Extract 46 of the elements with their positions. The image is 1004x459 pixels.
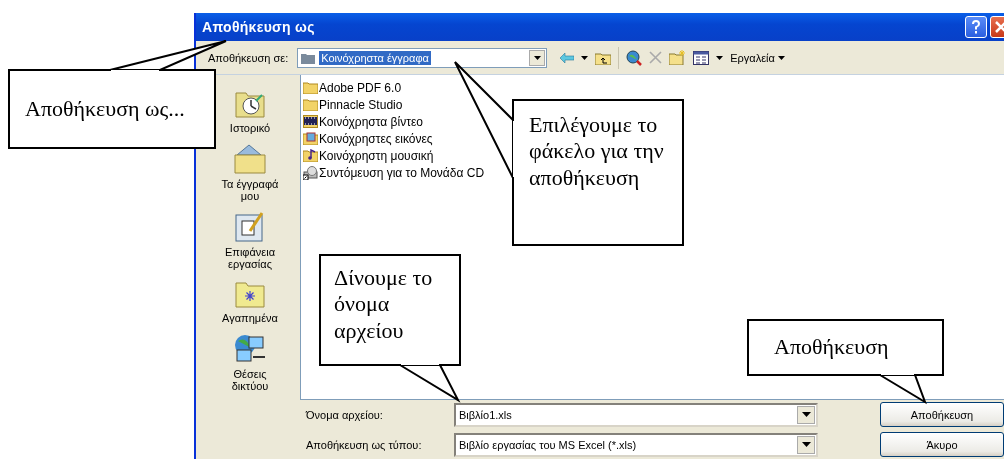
place-button[interactable]: Ιστορικό: [218, 89, 282, 134]
file-type-dropdown[interactable]: Βιβλίο εργασίας του MS Excel (*.xls): [454, 432, 818, 457]
cd-drive-shortcut-icon: [303, 165, 318, 180]
question-mark-icon: [969, 19, 983, 35]
picture-folder-icon: [303, 132, 318, 145]
file-name-label: Όνομα αρχείου:: [304, 408, 384, 421]
network-computers-icon: [233, 333, 267, 365]
dropdown-arrow-icon[interactable]: [716, 55, 724, 60]
folder-icon: [303, 81, 318, 94]
dropdown-arrow-icon[interactable]: [581, 55, 589, 60]
location-dropdown[interactable]: Κοινόχρηστα έγγραφα: [297, 47, 548, 68]
save-button[interactable]: Αποθήκευση: [880, 402, 1004, 427]
views-icon[interactable]: [693, 50, 710, 65]
caret-icon: [777, 55, 785, 60]
callout-text: Αποθήκευση: [774, 334, 889, 361]
documents-folder-icon: [233, 143, 267, 175]
place-button[interactable]: Επιφάνεια εργασίας: [218, 211, 282, 270]
file-item[interactable]: Κοινόχρηστη μουσική: [303, 147, 434, 164]
cancel-button[interactable]: Άκυρο: [880, 432, 1004, 457]
place-button[interactable]: Αγαπημένα: [218, 279, 282, 324]
file-name-field[interactable]: Βιβλίο1.xls: [454, 402, 818, 427]
window-title: Αποθήκευση ως: [202, 19, 315, 35]
close-icon: [994, 20, 1004, 34]
help-button[interactable]: [965, 16, 987, 38]
clock-folder-icon: [234, 89, 266, 119]
callout-text: Δίνουμε το όνομα αρχείου: [334, 265, 434, 345]
star-folder-icon: [234, 279, 266, 309]
callout-text: Επιλέγουμε το φάκελο για την αποθήκευση: [529, 112, 665, 192]
search-web-icon[interactable]: [626, 49, 643, 66]
file-item[interactable]: Συντόμευση για το Μονάδα CD: [303, 164, 485, 181]
place-button[interactable]: Τα έγγραφά μου: [218, 143, 282, 202]
callout-text: Αποθήκευση ως...: [25, 95, 185, 123]
music-folder-icon: [303, 149, 318, 162]
file-item[interactable]: Adobe PDF 6.0: [303, 79, 402, 96]
save-in-label: Αποθήκευση σε:: [208, 51, 289, 64]
tools-menu[interactable]: Εργαλεία: [730, 51, 785, 64]
place-button[interactable]: Θέσεις δικτύου: [218, 333, 282, 392]
film-folder-icon: [303, 115, 318, 128]
desktop-icon: [234, 211, 266, 243]
file-item[interactable]: Κοινόχρηστες εικόνες: [303, 130, 433, 147]
file-type-label: Αποθήκευση ως τύπου:: [305, 438, 423, 451]
folder-icon: [303, 98, 318, 111]
file-item[interactable]: Pinnacle Studio: [303, 96, 403, 113]
file-item[interactable]: Κοινόχρηστα βίντεο: [303, 113, 423, 130]
up-folder-icon[interactable]: [595, 50, 612, 65]
folder-icon: [301, 51, 316, 64]
